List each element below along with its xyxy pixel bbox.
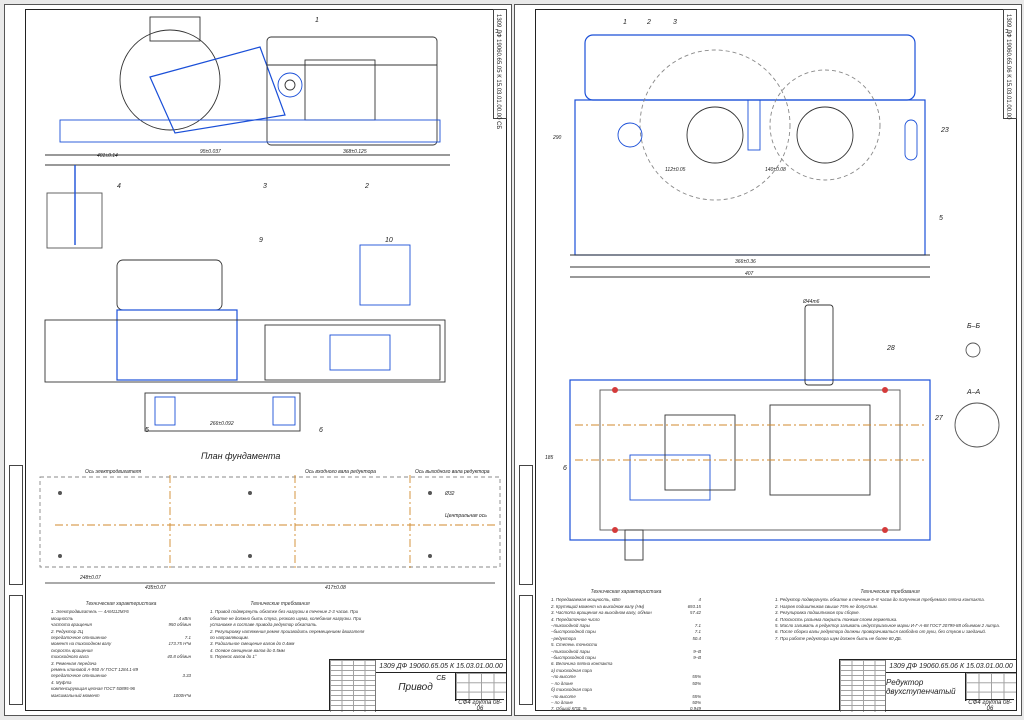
axis-label-motor: Ось электродвигателя <box>85 469 142 475</box>
callout-9: 9 <box>259 237 263 244</box>
dim-266: 266±0.092 <box>210 421 234 427</box>
dim-417: 417±0.08 <box>325 585 346 591</box>
belt-pulley <box>119 29 221 131</box>
tech-characteristics-drive: Техническая характеристика 1. Электродви… <box>51 601 191 699</box>
tech-char-row: 7. Общий КПД, % 0.949 <box>551 706 701 712</box>
dim-435: 435±0.07 <box>145 585 166 591</box>
drawing-sheet-drive: 1309 ДФ 19060.65.05 К 15.03.01.00.00 СБ <box>4 4 512 716</box>
title-block-cells <box>966 673 1016 701</box>
tech-reqs-heading: Технические требования <box>250 601 310 607</box>
callout-1: 1 <box>623 19 627 26</box>
group-label: СФ4 группа 08-06 <box>966 699 1014 712</box>
axis-label-center: Центральная ось <box>445 513 487 519</box>
dim-407: 407 <box>745 271 754 277</box>
callout-2: 2 <box>365 183 369 190</box>
section-label-aa: А–А <box>967 389 981 396</box>
dim-366: 366±0.36 <box>735 259 756 265</box>
callout-23: 23 <box>941 127 949 134</box>
title-block-cells <box>456 673 506 701</box>
output-shaft <box>804 304 834 386</box>
callout-10: 10 <box>385 237 393 244</box>
drawing-sheet-reducer: 1309 ДФ 19060.65.06 К 15.03.01.00.00 1 2… <box>514 4 1022 716</box>
callout-28: 28 <box>887 345 895 352</box>
tech-reqs-heading: Технические требования <box>860 589 920 595</box>
tech-char-value: 40.8 об/мин <box>167 654 191 660</box>
dim-112: 112±0.05 <box>665 167 686 173</box>
callout-4: 4 <box>117 183 121 190</box>
axis-label-output: Ось выходного вала редуктора <box>415 469 490 475</box>
hole-note: Ø32 <box>445 491 455 497</box>
tech-char-value: 1000Н*м <box>173 692 191 698</box>
motor-body <box>116 309 238 381</box>
title-block-reducer: 1309 ДФ 19060.65.06 К 15.03.01.00.00 Ред… <box>839 659 1017 712</box>
callout-1: 1 <box>315 17 319 24</box>
tech-char-value: 950 об/мин <box>168 622 191 628</box>
tech-char-label: 7. Общий КПД, % <box>551 706 587 712</box>
dim-140: 140±0.08 <box>765 167 786 173</box>
document-code: 1309 ДФ 19060.65.06 К 15.03.01.00.00 <box>886 661 1016 673</box>
foundation-plan-title: План фундамента <box>201 451 281 461</box>
title-block-grid <box>840 660 886 712</box>
tech-char-row: максимальный момент 1000Н*м <box>51 693 191 699</box>
callout-3: 3 <box>263 183 267 190</box>
dim-401: 401±0.14 <box>97 153 118 159</box>
tech-chars-heading: Техническая характеристика <box>85 601 157 607</box>
dim-290: 290 <box>553 135 562 141</box>
tech-req-line: 1. Привод подвергнуть обкатке без нагруз… <box>210 609 359 615</box>
callout-6: 6 <box>319 427 323 434</box>
title-block-drive: 1309 ДФ 19060.65.05 К 15.03.01.00.00 СБ … <box>329 659 507 712</box>
document-code: 1309 ДФ 19060.65.05 К 15.03.01.00.00 СБ <box>376 661 506 682</box>
reducer-body <box>266 36 438 146</box>
title-block-grid <box>330 660 376 712</box>
tech-requirements-reducer: Технические требования 1. Редуктор подве… <box>775 589 1005 642</box>
frame-plan <box>44 319 446 383</box>
tech-characteristics-reducer: Техническая характеристика 1. Передаваем… <box>551 589 701 713</box>
tech-char-value: 3.33 <box>182 673 191 679</box>
tech-char-value: 173.75 Н*м <box>168 641 191 647</box>
document-title: Редуктор двухступенчатый <box>886 673 966 701</box>
tech-char-value: 50% <box>692 680 701 686</box>
group-label: СФ4 группа 08-06 <box>456 699 504 712</box>
dim-44m6: Ø44m6 <box>803 299 820 305</box>
tech-char-label: максимальный момент <box>51 692 100 698</box>
document-title: Привод <box>376 673 456 701</box>
section-label-bb: Б–Б <box>967 323 981 330</box>
motor-top <box>116 259 223 311</box>
tech-char-value: 57.42 <box>690 610 701 616</box>
housing-cover <box>584 34 916 101</box>
tech-chars-heading: Техническая характеристика <box>590 589 662 595</box>
tech-req-line: 6. После сборки валы редуктора должны пр… <box>775 629 987 635</box>
coupling <box>359 244 411 306</box>
callout-5: 5 <box>145 427 149 434</box>
frame-base <box>59 119 441 143</box>
callout-3: 3 <box>673 19 677 26</box>
callout-6: 6 <box>563 465 567 472</box>
dim-368: 368±0.125 <box>343 149 367 155</box>
axis-label-input: Ось входного вала редуктора <box>305 469 376 475</box>
callout-5: 5 <box>939 215 943 222</box>
callout-2: 2 <box>647 19 651 26</box>
tech-char-value: 9–В <box>693 655 701 661</box>
tech-req-line: 7. При работе редуктора шум должен быть … <box>775 635 903 641</box>
tech-requirements-drive: Технические требования 1. Привод подверг… <box>210 601 364 661</box>
tech-char-value: 0.949 <box>690 706 701 712</box>
foundation-outline <box>39 476 501 568</box>
callout-27: 27 <box>935 415 943 422</box>
dim-95: 95±0.037 <box>200 149 221 155</box>
dim-185: 185 <box>545 455 554 461</box>
tech-req-line: 1. Редуктор подвергнуть обкатке в течени… <box>775 597 985 603</box>
dim-248: 248±0.07 <box>80 575 101 581</box>
tech-char-value: 50.4 <box>692 635 701 641</box>
